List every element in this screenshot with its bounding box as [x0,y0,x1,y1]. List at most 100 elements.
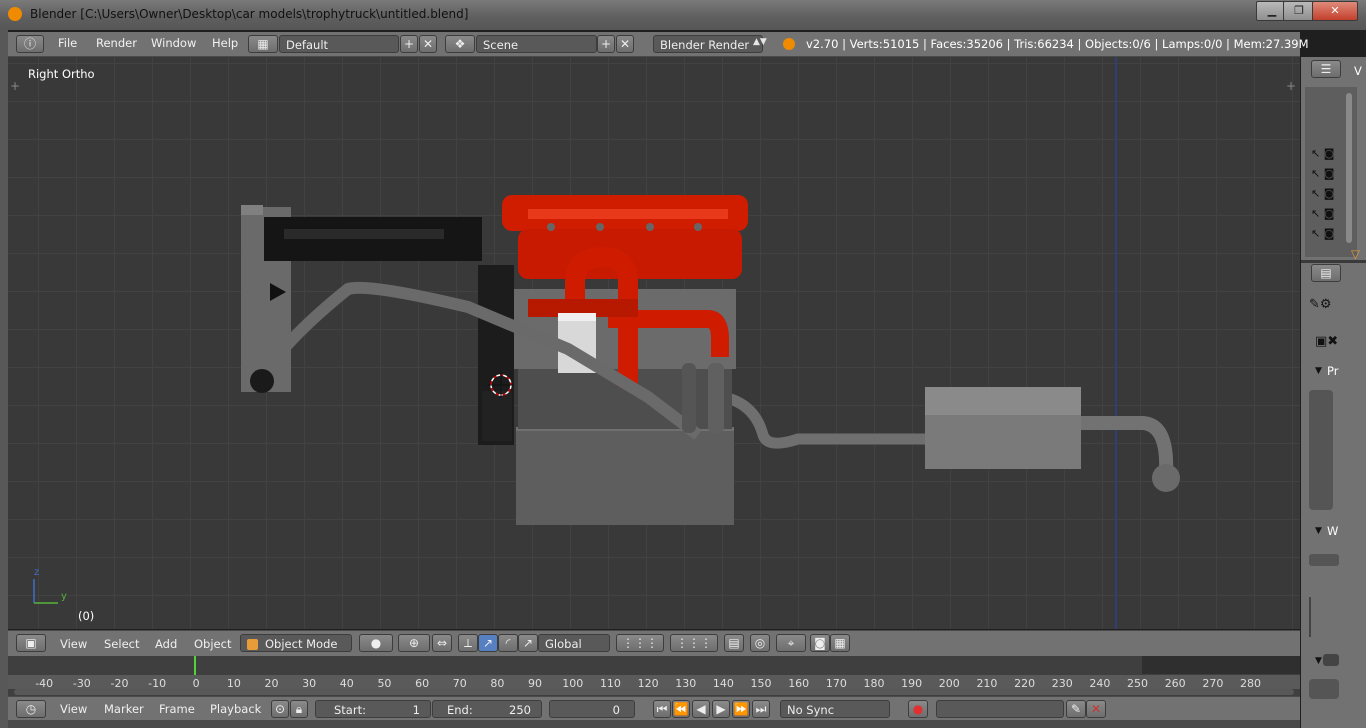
translate-manipulator-icon[interactable]: ⟂ [458,634,478,652]
axis-z-label: z [34,567,40,578]
render-engine-dropdown[interactable]: Blender Render [653,35,763,53]
outliner-scrollbar[interactable] [1346,93,1352,243]
delete-keyframe-icon[interactable]: ✕ [1086,700,1106,718]
current-frame-marker[interactable] [194,656,196,675]
right-panel: ☰ V ↖ ◙ ↖ ◙ ↖ ◙ ↖ ◙ ↖ ◙ ▽ ▤ ✎⚙ ▣✖ ▼ Pr ▼… [1301,57,1366,728]
tailpipe-end [1152,464,1180,492]
oil-pan [516,427,734,525]
editor-type-info-button[interactable]: ⓘ [16,35,44,53]
select-cursor-icon[interactable]: ↖ ◙ [1311,167,1334,180]
panel-divider [1301,260,1366,263]
3d-viewport[interactable]: Right Ortho + + z y (0) [8,57,1300,629]
select-cursor-icon[interactable]: ↖ ◙ [1311,207,1334,220]
menu-file[interactable]: File [58,36,77,50]
jump-keyframe-forward-button[interactable]: ⏩ [732,700,750,718]
insert-keyframe-icon[interactable]: ✎ [1066,700,1086,718]
manipulator-toggle-button[interactable]: ⇔ [432,634,452,652]
window-titlebar: Blender [C:\Users\Owner\Desktop\car mode… [0,0,1366,30]
normal-manipulator-icon[interactable]: ↗ [518,634,538,652]
lock-icon[interactable]: 🔒︎ [290,700,308,718]
render-tab-icon[interactable]: ▣✖ [1315,334,1338,349]
w-panel-bars [1309,597,1341,637]
menu-add[interactable]: Add [155,637,177,651]
remove-scene-button[interactable]: ✕ [616,35,634,53]
add-layout-button[interactable]: + [400,35,418,53]
pivot-point-dropdown[interactable]: ⊕ [398,634,430,652]
menu-view-timeline[interactable]: View [60,702,87,716]
play-reverse-button[interactable]: ◀ [692,700,710,718]
record-button[interactable]: ● [908,700,928,718]
timeline-range-dim-right [1142,656,1300,674]
pin-icon[interactable]: ✎⚙ [1309,297,1332,312]
snap-icon[interactable]: ⌖ [776,634,806,652]
scene-field[interactable]: Scene [476,35,597,53]
rotate-manipulator-icon[interactable]: ↗ [478,634,498,652]
blender-logo-icon [8,7,22,21]
menu-window[interactable]: Window [151,36,196,50]
current-frame-value: 0 [612,703,620,717]
render-still-icon[interactable]: ◙ [810,634,830,652]
play-button[interactable]: ▶ [712,700,730,718]
timeline-scrollbar[interactable] [14,689,1294,695]
proportional-edit-icon[interactable]: ◎ [750,634,770,652]
scene-render [33,57,1180,629]
layer-lock-icon[interactable]: ▤ [724,634,744,652]
maximize-button[interactable]: ❐ [1283,1,1315,21]
editor-type-3dview-button[interactable]: ▣ [16,634,46,652]
sync-dropdown[interactable]: No Sync [780,700,890,718]
menu-help[interactable]: Help [212,36,238,50]
layers-grid-1[interactable]: ⋮⋮⋮ [616,634,664,652]
tailpipe [1080,416,1174,473]
scene-stats: v2.70 | Verts:51015 | Faces:35206 | Tris… [806,37,1309,51]
timeline-header: ◷ View Marker Frame Playback ⊙ 🔒︎ Start:… [8,696,1300,721]
remove-layout-button[interactable]: ✕ [419,35,437,53]
jump-keyframe-back-button[interactable]: ⏪ [672,700,690,718]
add-scene-button[interactable]: + [597,35,615,53]
viewport-shading-dropdown[interactable]: ● [359,634,393,652]
exhaust-pipe [707,389,926,449]
collapse-arrow-icon[interactable]: ▼ [1315,526,1322,536]
scene-icon[interactable]: ❖ [445,35,475,53]
outliner-editor-type-button[interactable]: ☰ [1311,60,1341,78]
end-frame-label: End: [447,703,473,717]
info-header: ⓘ File Render Window Help ▦ Default + ✕ … [8,32,1309,57]
properties-editor-type-button[interactable]: ▤ [1311,264,1341,282]
bottom-panel-field[interactable] [1309,679,1339,699]
menu-marker[interactable]: Marker [104,702,144,716]
select-cursor-icon[interactable]: ↖ ◙ [1311,187,1334,200]
layers-grid-2[interactable]: ⋮⋮⋮ [670,634,718,652]
close-button[interactable]: ✕ [1312,1,1358,21]
blender-logo-icon [783,38,795,50]
menu-view[interactable]: View [60,637,87,651]
current-frame-field[interactable]: 0 [549,700,635,718]
bottom-panel-box[interactable] [1323,654,1339,666]
collapse-arrow-icon[interactable]: ▼ [1315,366,1322,376]
collapse-arrow-icon[interactable]: ▼ [1315,656,1322,666]
pr-panel-box[interactable] [1309,390,1333,510]
menu-render[interactable]: Render [96,36,137,50]
menu-object[interactable]: Object [194,637,231,651]
scale-manipulator-icon[interactable]: ◜ [498,634,518,652]
select-cursor-icon[interactable]: ↖ ◙ [1311,227,1334,240]
preview-range-icon[interactable]: ⊙ [271,700,289,718]
screen-layout-field[interactable]: Default [279,35,399,53]
menu-frame[interactable]: Frame [159,702,195,716]
editor-type-timeline-button[interactable]: ◷ [16,700,46,718]
timeline[interactable]: -40 -30 -20 -10 0 10 20 30 40 50 60 70 80 90 100 110 120… [8,656,1300,696]
screen-layout-icon[interactable]: ▦ [248,35,278,53]
frame-label: (0) [78,609,95,623]
start-frame-field[interactable]: Start: 1 [315,700,431,718]
menu-playback[interactable]: Playback [210,702,261,716]
select-cursor-icon[interactable]: ↖ ◙ [1311,147,1334,160]
end-frame-field[interactable]: End: 250 [432,700,542,718]
resize-corner-icon[interactable]: ▽ [1351,247,1360,261]
jump-end-button[interactable]: ⏭ [752,700,770,718]
menu-select[interactable]: Select [104,637,139,651]
w-panel-slider[interactable] [1309,554,1339,566]
jump-start-button[interactable]: ⏮ [653,700,671,718]
transform-orientation-dropdown[interactable]: Global [538,634,610,652]
section-w-label: W [1327,524,1339,538]
keying-set-field[interactable] [936,700,1064,718]
render-animation-icon[interactable]: ▦ [830,634,850,652]
end-frame-value: 250 [509,703,531,717]
